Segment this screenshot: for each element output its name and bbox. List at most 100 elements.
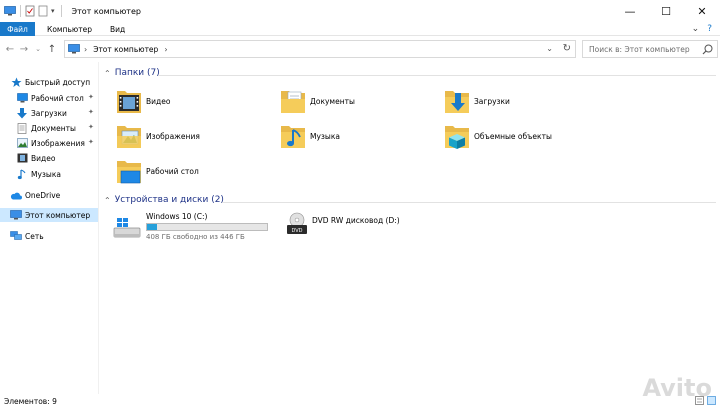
sidebar-item-label: Этот компьютер bbox=[25, 210, 91, 220]
separator bbox=[60, 5, 62, 17]
computer-icon bbox=[4, 6, 16, 16]
properties-icon[interactable] bbox=[25, 5, 35, 17]
sidebar-item-documents[interactable]: Документы bbox=[16, 120, 76, 136]
item-count: Элементов: 9 bbox=[4, 396, 57, 406]
folder-documents[interactable]: Документы bbox=[280, 84, 355, 118]
folder-music[interactable]: Музыка bbox=[280, 119, 340, 153]
sidebar-item-downloads[interactable]: Загрузки bbox=[16, 105, 67, 121]
sidebar-item-label: Документы bbox=[31, 123, 76, 133]
computer-icon bbox=[10, 209, 22, 221]
sidebar-item-label: Загрузки bbox=[31, 108, 67, 118]
drive-free-space: 408 ГБ свободно из 446 ГБ bbox=[146, 233, 245, 241]
ribbon-tabs: Файл Компьютер Вид ⌄ ? bbox=[0, 22, 720, 36]
back-button[interactable]: ← bbox=[3, 44, 17, 55]
separator bbox=[20, 5, 21, 17]
watermark-logo: Avito bbox=[642, 374, 712, 402]
document-icon bbox=[16, 122, 28, 134]
sidebar-item-videos[interactable]: Видео bbox=[16, 150, 55, 166]
sidebar-item-label: Быстрый доступ bbox=[25, 77, 91, 87]
expand-ribbon-icon[interactable]: ⌄ bbox=[692, 24, 700, 34]
hard-drive-icon bbox=[113, 217, 141, 237]
cloud-icon bbox=[10, 189, 22, 201]
sidebar-item-quick-access[interactable]: Быстрый доступ bbox=[10, 74, 90, 90]
status-bar: Элементов: 9 bbox=[0, 394, 720, 408]
pin-icon[interactable]: ✦ bbox=[88, 93, 94, 101]
group-divider bbox=[158, 75, 716, 76]
sidebar-item-onedrive[interactable]: OneDrive bbox=[10, 187, 60, 203]
folder-label: Видео bbox=[146, 96, 171, 106]
address-dropdown-icon[interactable]: ⌄ bbox=[546, 44, 553, 53]
svg-text:DVD: DVD bbox=[291, 228, 302, 234]
star-icon bbox=[10, 76, 22, 88]
network-icon bbox=[10, 230, 22, 242]
folder-label: Объемные объекты bbox=[474, 131, 552, 141]
search-input[interactable]: Поиск в: Этот компьютер bbox=[582, 40, 718, 58]
film-icon bbox=[16, 152, 28, 164]
download-arrow-icon bbox=[16, 107, 28, 119]
folder-label: Изображения bbox=[146, 131, 200, 141]
window-controls: — ☐ ✕ bbox=[612, 0, 720, 22]
folder-downloads[interactable]: Загрузки bbox=[444, 84, 510, 118]
folder-3d-objects[interactable]: Объемные объекты bbox=[444, 119, 552, 153]
navigation-pane: Быстрый доступ Рабочий стол ✦ Загрузки ✦… bbox=[0, 62, 99, 394]
folder-label: Загрузки bbox=[474, 96, 510, 106]
folder-pictures[interactable]: Изображения bbox=[116, 119, 200, 153]
computer-icon bbox=[68, 44, 80, 54]
drive-d[interactable]: DVD DVD RW дисковод (D:) bbox=[286, 212, 400, 236]
folder-label: Музыка bbox=[310, 131, 340, 141]
minimize-button[interactable]: — bbox=[612, 0, 648, 22]
pin-icon[interactable]: ✦ bbox=[88, 138, 94, 146]
recent-locations-button[interactable]: ⌄ bbox=[31, 45, 45, 53]
3d-objects-folder-icon bbox=[445, 126, 469, 149]
sidebar-item-pictures[interactable]: Изображения bbox=[16, 135, 85, 151]
music-folder-icon bbox=[281, 126, 305, 148]
address-bar[interactable]: › Этот компьютер › ⌄ ↻ bbox=[64, 40, 576, 58]
navigation-bar: ← → ⌄ ↑ › Этот компьютер › ⌄ ↻ Поиск в: … bbox=[0, 37, 720, 61]
breadcrumb-chevron-icon[interactable]: › bbox=[164, 45, 167, 54]
drive-c[interactable]: Windows 10 (C:) 408 ГБ свободно из 446 Г… bbox=[112, 212, 268, 241]
up-button[interactable]: ↑ bbox=[45, 44, 59, 55]
desktop-folder-icon bbox=[117, 161, 141, 184]
close-button[interactable]: ✕ bbox=[684, 0, 720, 22]
drive-usage-bar bbox=[146, 223, 268, 231]
search-placeholder: Поиск в: Этот компьютер bbox=[589, 44, 690, 54]
drive-name: Windows 10 (C:) bbox=[146, 212, 208, 221]
collapse-chevron-icon[interactable]: ⌃ bbox=[104, 69, 111, 78]
new-folder-icon[interactable] bbox=[38, 5, 48, 17]
breadcrumb-chevron-icon[interactable]: › bbox=[84, 45, 87, 54]
drive-name: DVD RW дисковод (D:) bbox=[312, 215, 400, 225]
sidebar-item-music[interactable]: Музыка bbox=[16, 166, 61, 182]
pictures-folder-icon bbox=[117, 126, 141, 148]
pin-icon[interactable]: ✦ bbox=[88, 123, 94, 131]
group-title: Папки (7) bbox=[114, 68, 160, 78]
sidebar-item-label: Сеть bbox=[25, 231, 44, 241]
sidebar-item-label: Изображения bbox=[31, 138, 85, 148]
group-header-folders[interactable]: ⌃ Папки (7) bbox=[104, 68, 160, 78]
maximize-button[interactable]: ☐ bbox=[648, 0, 684, 22]
quick-access-dropdown[interactable]: ▾ bbox=[51, 7, 55, 15]
ribbon-right: ⌄ ? bbox=[692, 24, 712, 34]
refresh-icon[interactable]: ↻ bbox=[563, 43, 571, 54]
group-header-devices[interactable]: ⌃ Устройства и диски (2) bbox=[104, 195, 224, 205]
pin-icon[interactable]: ✦ bbox=[88, 108, 94, 116]
tab-view[interactable]: Вид bbox=[103, 22, 132, 36]
sidebar-item-this-pc[interactable]: Этот компьютер bbox=[10, 207, 90, 223]
group-divider bbox=[222, 202, 716, 203]
help-icon[interactable]: ? bbox=[707, 24, 712, 34]
folder-label: Рабочий стол bbox=[146, 166, 199, 176]
tab-computer[interactable]: Компьютер bbox=[40, 22, 99, 36]
folder-label: Документы bbox=[310, 96, 355, 106]
breadcrumb[interactable]: Этот компьютер bbox=[93, 45, 158, 54]
tab-file[interactable]: Файл bbox=[0, 22, 35, 36]
sidebar-item-desktop[interactable]: Рабочий стол bbox=[16, 90, 84, 106]
documents-folder-icon bbox=[281, 91, 305, 113]
collapse-chevron-icon[interactable]: ⌃ bbox=[104, 196, 111, 205]
videos-folder-icon bbox=[117, 91, 141, 113]
forward-button[interactable]: → bbox=[17, 44, 31, 55]
group-title: Устройства и диски (2) bbox=[114, 195, 224, 205]
search-icon bbox=[702, 44, 713, 55]
sidebar-item-network[interactable]: Сеть bbox=[10, 228, 44, 244]
folder-desktop[interactable]: Рабочий стол bbox=[116, 154, 199, 188]
folder-videos[interactable]: Видео bbox=[116, 84, 170, 118]
drive-usage-fill bbox=[147, 224, 158, 230]
